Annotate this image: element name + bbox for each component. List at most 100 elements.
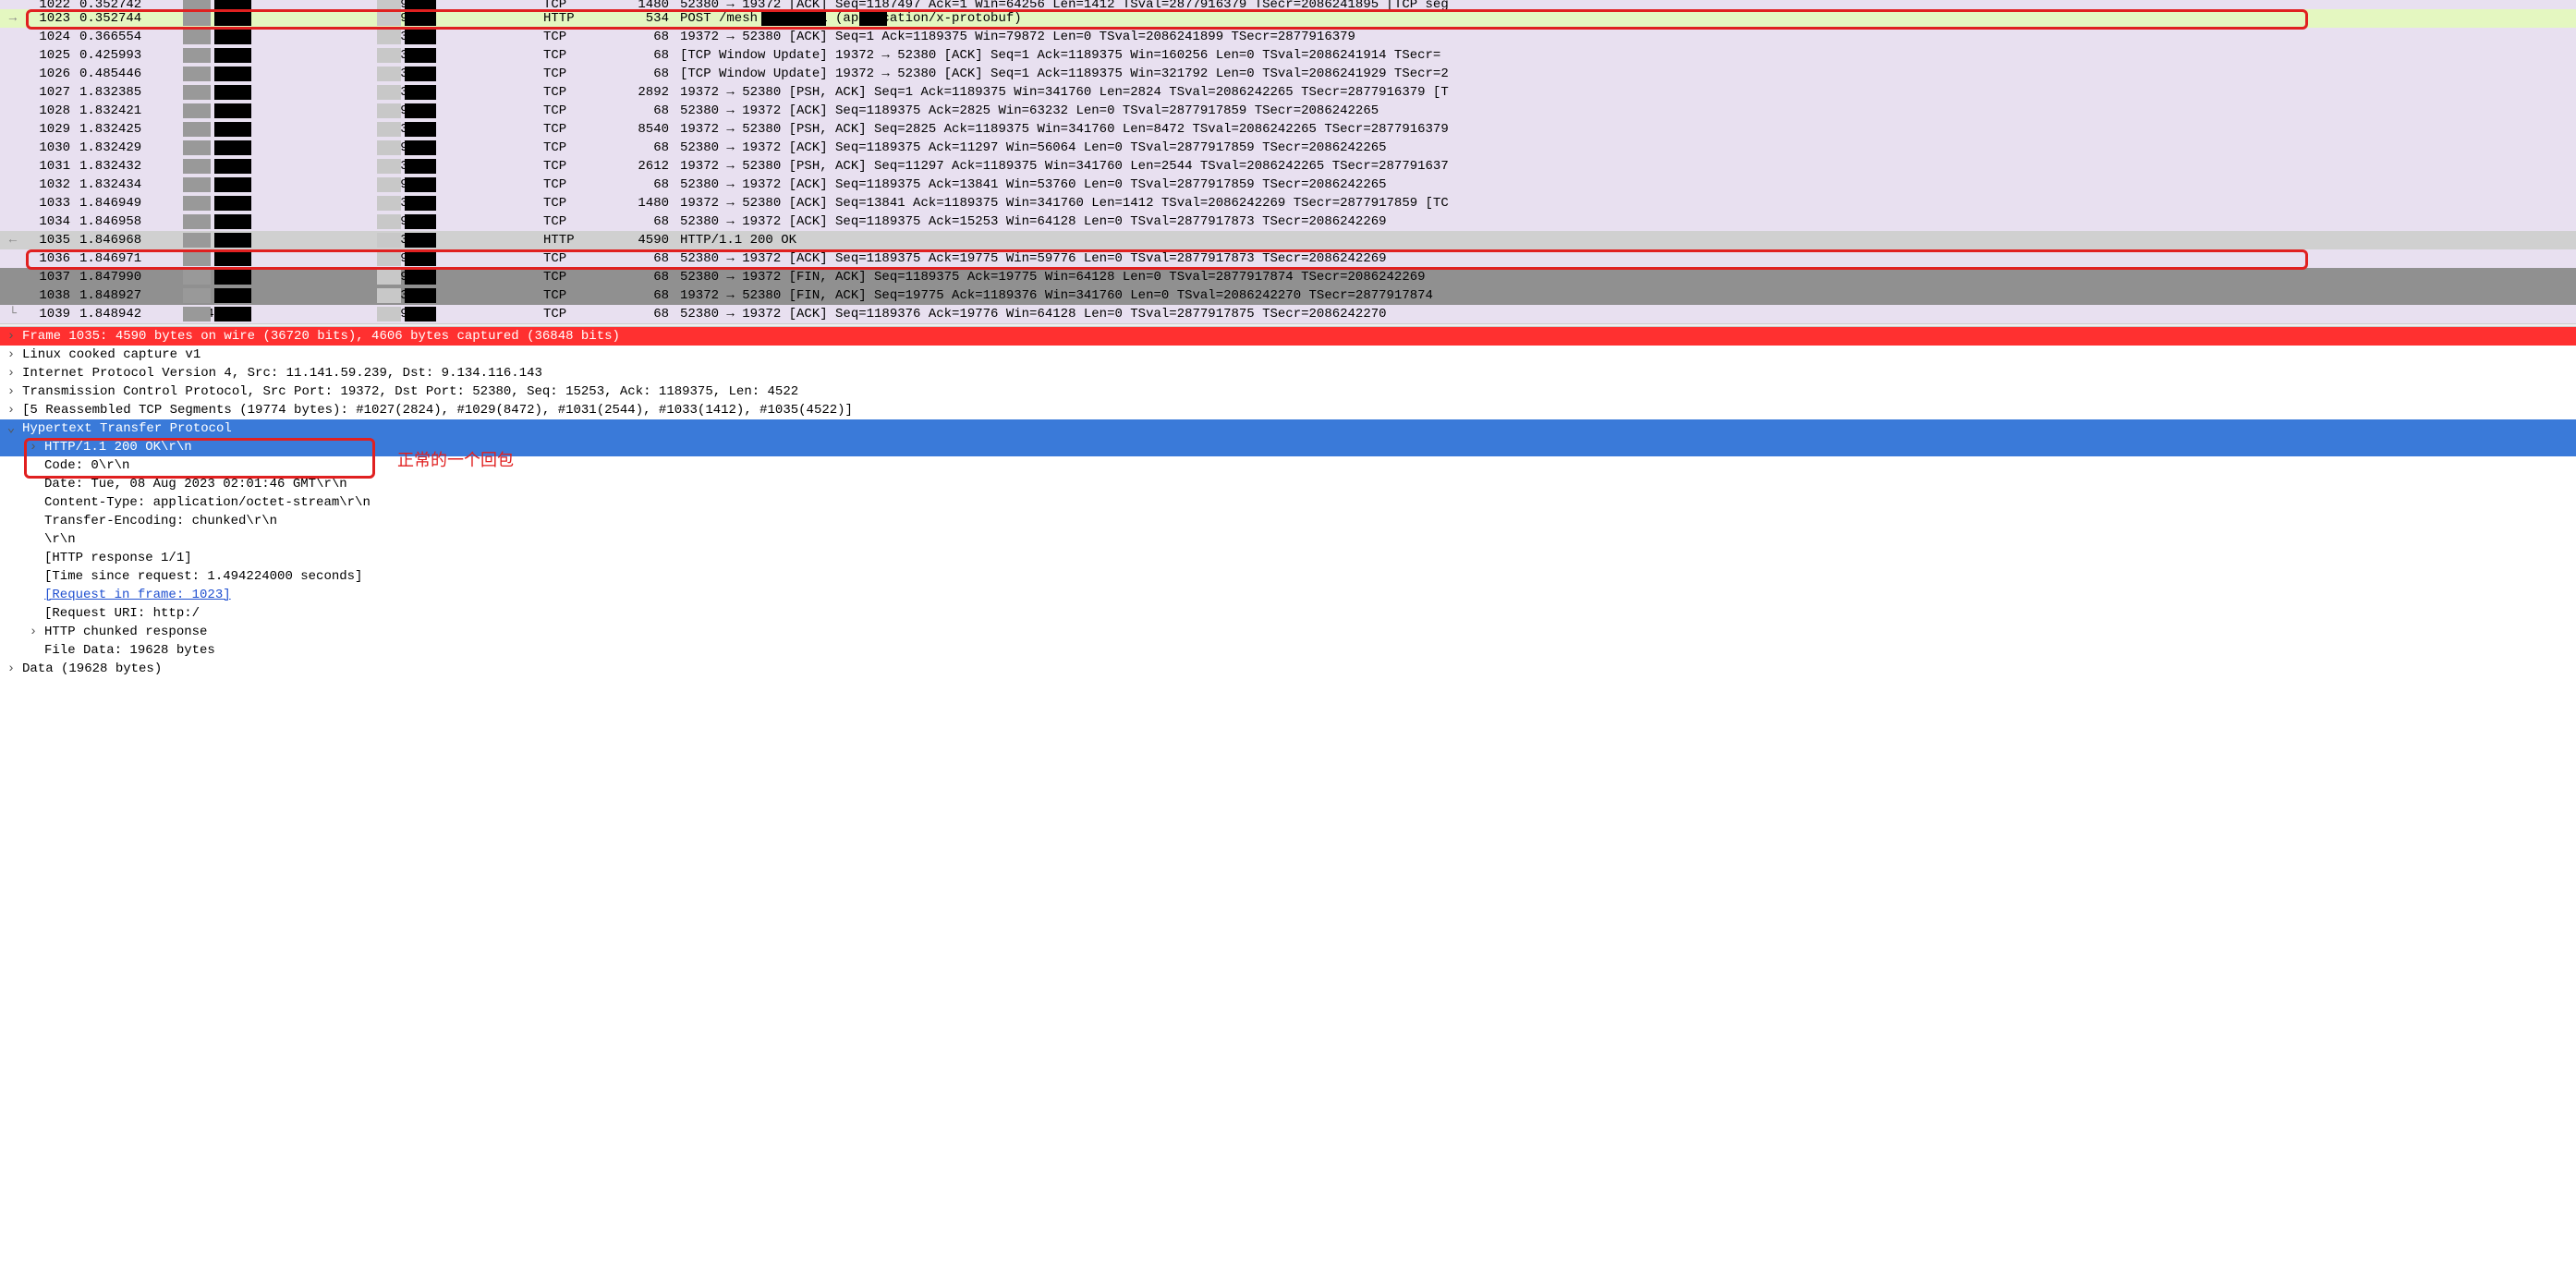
collapse-arrow-icon[interactable]: ⌄	[0, 419, 22, 438]
packet-row[interactable]: 10321.832434143.239TCP6852380 → 19372 [A…	[0, 176, 2576, 194]
packet-time: 1.832425	[74, 120, 176, 139]
packet-no: 1032	[26, 176, 74, 194]
packet-row[interactable]: └10391.8489426.143.239TCP6852380 → 19372…	[0, 305, 2576, 323]
expand-arrow-icon[interactable]: ›	[22, 438, 44, 456]
detail-data-text: Data (19628 bytes)	[22, 660, 162, 678]
detail-http-reqframe[interactable]: [Request in frame: 1023]	[0, 586, 2576, 604]
detail-resp-text: [HTTP response 1/1]	[44, 549, 192, 567]
expand-arrow-icon[interactable]: ›	[0, 364, 22, 382]
packet-proto: HTTP	[536, 9, 610, 28]
detail-tcp[interactable]: › Transmission Control Protocol, Src Por…	[0, 382, 2576, 401]
packet-src: 143	[176, 9, 370, 28]
expand-arrow-icon[interactable]: ›	[22, 623, 44, 641]
packet-proto: HTTP	[536, 231, 610, 249]
detail-date-text: Date: Tue, 08 Aug 2023 02:01:46 GMT\r\n	[44, 475, 347, 493]
packet-time: 1.832421	[74, 102, 176, 120]
packet-src: 239	[176, 46, 370, 65]
detail-http-tsr[interactable]: [Time since request: 1.494224000 seconds…	[0, 567, 2576, 586]
pane-splitter[interactable]	[0, 323, 2576, 327]
packet-dst: .143	[370, 46, 536, 65]
packet-time: 1.832385	[74, 83, 176, 102]
packet-row[interactable]: 10260.485446239.143TCP68[TCP Window Upda…	[0, 65, 2576, 83]
packet-time: 0.352742	[74, 0, 176, 9]
packet-list[interactable]: 10220.352742143.239TCP148052380 → 19372 …	[0, 0, 2576, 323]
packet-row[interactable]: 10371.847990143.239TCP6852380 → 19372 [F…	[0, 268, 2576, 286]
packet-row[interactable]: 10250.425993239.143TCP68[TCP Window Upda…	[0, 46, 2576, 65]
packet-src: 239	[176, 83, 370, 102]
packet-info: 52380 → 19372 [ACK] Seq=1189375 Ack=1129…	[674, 139, 2576, 157]
packet-info: [TCP Window Update] 19372 → 52380 [ACK] …	[674, 46, 2576, 65]
packet-row[interactable]: 10381.848927239.143TCP6819372 → 52380 [F…	[0, 286, 2576, 305]
packet-info: 19372 → 52380 [PSH, ACK] Seq=2825 Ack=11…	[674, 120, 2576, 139]
packet-row[interactable]: 10311.832432239.143TCP261219372 → 52380 …	[0, 157, 2576, 176]
packet-no: 1029	[26, 120, 74, 139]
detail-tenc-text: Transfer-Encoding: chunked\r\n	[44, 512, 277, 530]
packet-info: 52380 → 19372 [FIN, ACK] Seq=1189375 Ack…	[674, 268, 2576, 286]
packet-proto: TCP	[536, 0, 610, 9]
packet-dst: .143	[370, 194, 536, 212]
packet-no: 1027	[26, 83, 74, 102]
expand-arrow-icon[interactable]: ›	[0, 346, 22, 364]
packet-row[interactable]: 10240.366554239.143TCP6819372 → 52380 [A…	[0, 28, 2576, 46]
detail-http-date[interactable]: Date: Tue, 08 Aug 2023 02:01:46 GMT\r\n	[0, 475, 2576, 493]
packet-row[interactable]: 10291.832425239.143TCP854019372 → 52380 …	[0, 120, 2576, 139]
packet-dst: .239	[370, 0, 536, 9]
detail-http-filedata[interactable]: File Data: 19628 bytes	[0, 641, 2576, 660]
packet-row[interactable]: 10271.832385239.143TCP289219372 → 52380 …	[0, 83, 2576, 102]
expand-arrow-icon[interactable]: ›	[0, 382, 22, 401]
detail-linux[interactable]: › Linux cooked capture v1	[0, 346, 2576, 364]
detail-http-ctype[interactable]: Content-Type: application/octet-stream\r…	[0, 493, 2576, 512]
packet-proto: TCP	[536, 120, 610, 139]
packet-no: 1030	[26, 139, 74, 157]
packet-proto: TCP	[536, 46, 610, 65]
detail-http-chunked[interactable]: › HTTP chunked response	[0, 623, 2576, 641]
packet-len: 68	[610, 212, 674, 231]
expand-arrow-icon[interactable]: ›	[0, 327, 22, 346]
packet-info: POST /mesh HTTP/1.1 (application/x-proto…	[674, 9, 2576, 28]
detail-reqframe-link[interactable]: [Request in frame: 1023]	[44, 586, 231, 604]
detail-http-header[interactable]: ⌄ Hypertext Transfer Protocol	[0, 419, 2576, 438]
packet-len: 2892	[610, 83, 674, 102]
packet-dst: .143	[370, 286, 536, 305]
packet-row[interactable]: 10331.846949239.143TCP148019372 → 52380 …	[0, 194, 2576, 212]
expand-arrow-icon[interactable]: ›	[0, 401, 22, 419]
detail-http-code[interactable]: Code: 0\r\n	[0, 456, 2576, 475]
detail-chunked-text: HTTP chunked response	[44, 623, 207, 641]
packet-src: 143	[176, 249, 370, 268]
packet-info: 19372 → 52380 [PSH, ACK] Seq=1 Ack=11893…	[674, 83, 2576, 102]
packet-no: 1023	[26, 9, 74, 28]
expand-arrow-icon[interactable]: ›	[0, 660, 22, 678]
packet-details-pane[interactable]: › Frame 1035: 4590 bytes on wire (36720 …	[0, 327, 2576, 678]
detail-http-status[interactable]: › HTTP/1.1 200 OK\r\n	[0, 438, 2576, 456]
packet-row[interactable]: 10301.832429143.239TCP6852380 → 19372 [A…	[0, 139, 2576, 157]
detail-reassembled[interactable]: › [5 Reassembled TCP Segments (19774 byt…	[0, 401, 2576, 419]
detail-http-response[interactable]: [HTTP response 1/1]	[0, 549, 2576, 567]
packet-len: 68	[610, 139, 674, 157]
packet-len: 68	[610, 28, 674, 46]
packet-row[interactable]: 10220.352742143.239TCP148052380 → 19372 …	[0, 0, 2576, 9]
detail-http-tenc[interactable]: Transfer-Encoding: chunked\r\n	[0, 512, 2576, 530]
detail-frame[interactable]: › Frame 1035: 4590 bytes on wire (36720 …	[0, 327, 2576, 346]
detail-http-crlf[interactable]: \r\n	[0, 530, 2576, 549]
packet-row[interactable]: ←10351.846968239.143HTTP4590HTTP/1.1 200…	[0, 231, 2576, 249]
packet-no: 1035	[26, 231, 74, 249]
packet-time: 1.832432	[74, 157, 176, 176]
detail-http-requri[interactable]: [Request URI: http:/	[0, 604, 2576, 623]
packet-src: 239	[176, 194, 370, 212]
packet-row[interactable]: 10361.846971143.239TCP6852380 → 19372 [A…	[0, 249, 2576, 268]
detail-tsr-text: [Time since request: 1.494224000 seconds…	[44, 567, 362, 586]
detail-ip[interactable]: › Internet Protocol Version 4, Src: 11.1…	[0, 364, 2576, 382]
packet-row[interactable]: 10281.832421143.239TCP6852380 → 19372 [A…	[0, 102, 2576, 120]
packet-proto: TCP	[536, 102, 610, 120]
packet-arrow-icon: →	[0, 9, 26, 28]
packet-no: 1039	[26, 305, 74, 323]
detail-reasm-text: [5 Reassembled TCP Segments (19774 bytes…	[22, 401, 853, 419]
packet-info: HTTP/1.1 200 OK	[674, 231, 2576, 249]
detail-data[interactable]: › Data (19628 bytes)	[0, 660, 2576, 678]
packet-info: 52380 → 19372 [ACK] Seq=1189376 Ack=1977…	[674, 305, 2576, 323]
packet-len: 68	[610, 102, 674, 120]
packet-row[interactable]: →10230.352744143.239HTTP534POST /mesh HT…	[0, 9, 2576, 28]
packet-row[interactable]: 10341.846958143.239TCP6852380 → 19372 [A…	[0, 212, 2576, 231]
packet-src: 143	[176, 268, 370, 286]
detail-requri-text: [Request URI: http:/	[44, 604, 200, 623]
